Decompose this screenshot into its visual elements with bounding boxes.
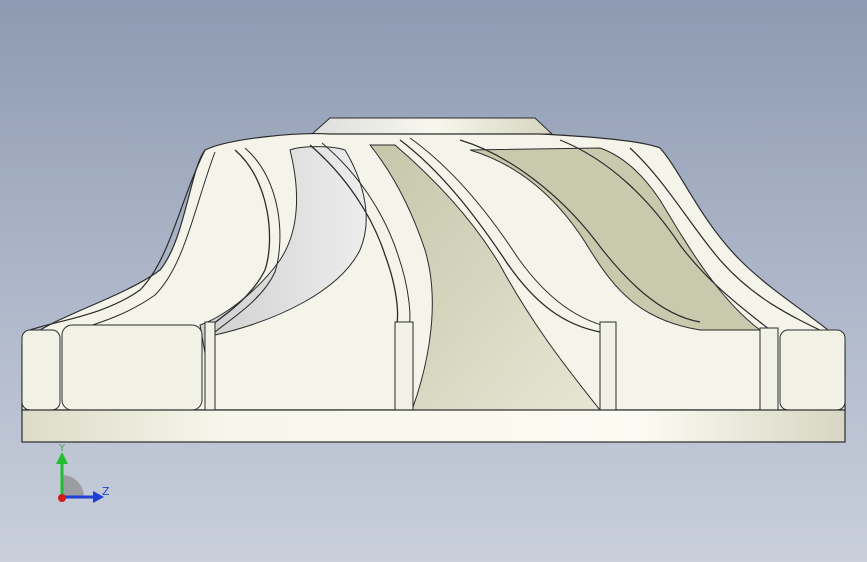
graphics-viewport[interactable]: Y Z: [0, 0, 867, 562]
y-axis-label: Y: [59, 443, 66, 454]
z-axis-label: Z: [102, 485, 110, 498]
view-orientation-triad: Y Z: [40, 440, 130, 520]
impeller-model[interactable]: [0, 0, 867, 562]
base-disk: [21, 409, 846, 443]
x-axis-dot: [58, 494, 66, 502]
hub-cap: [310, 117, 554, 135]
triad-graphic: [56, 452, 104, 503]
triad-quadrant: [62, 475, 84, 497]
